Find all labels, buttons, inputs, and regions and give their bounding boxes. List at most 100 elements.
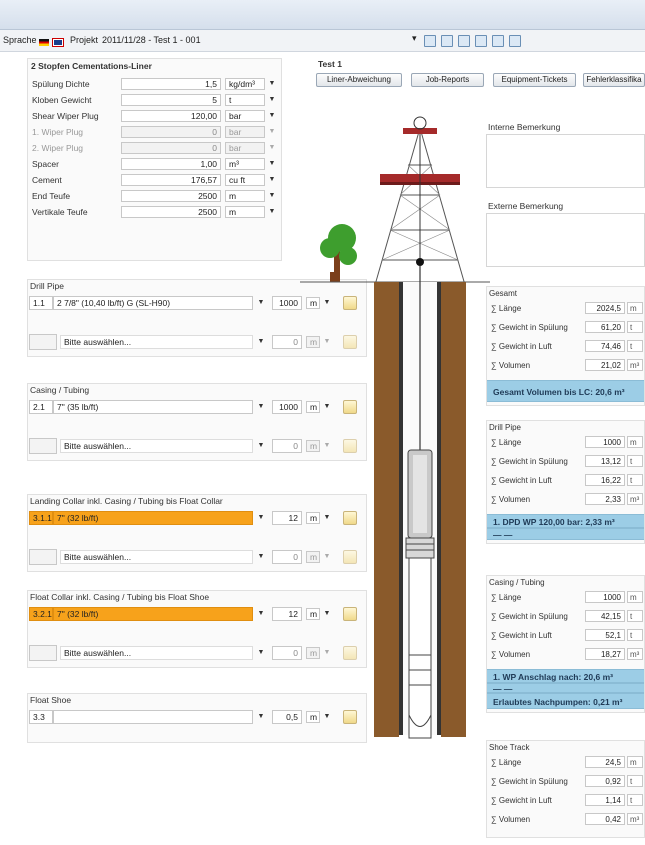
summary-unit: t [627, 629, 643, 641]
project-value[interactable]: 2011/11/28 - Test 1 - 001 [102, 35, 201, 45]
chevron-down-icon[interactable]: ▼ [268, 126, 276, 138]
summary-label: ∑ Gewicht in Luft [491, 796, 552, 805]
param-label: 2. Wiper Plug [32, 143, 84, 153]
fehlerklassifikation-button[interactable]: Fehlerklassifika [583, 73, 645, 87]
param-value-input[interactable]: 176,57 [121, 174, 221, 186]
param-unit-select[interactable]: kg/dm³ [225, 78, 265, 90]
equipment-select[interactable]: 7" (32 lb/ft) [53, 511, 253, 525]
chevron-down-icon[interactable]: ▼ [257, 440, 265, 452]
length-input[interactable]: 0 [272, 439, 302, 453]
chevron-down-icon[interactable]: ▼ [268, 174, 276, 186]
document-icon[interactable] [441, 35, 453, 47]
equipment-select[interactable]: 2 7/8" (10,40 lb/ft) G (SL-H90) [53, 296, 253, 310]
summary-value: 0,92 [585, 775, 625, 787]
summary-value: 24,5 [585, 756, 625, 768]
length-input[interactable]: 0 [272, 550, 302, 564]
param-value-input[interactable]: 1,00 [121, 158, 221, 170]
chevron-down-icon[interactable]: ▼ [268, 110, 276, 122]
summary-highlight: — — [487, 683, 644, 693]
export-icon[interactable] [475, 35, 487, 47]
chevron-down-icon[interactable]: ▼ [268, 78, 276, 90]
toolbar-dropdown-icon[interactable]: ▾ [412, 33, 417, 44]
chevron-down-icon[interactable]: ▼ [268, 158, 276, 170]
chevron-down-icon[interactable]: ▼ [257, 297, 265, 309]
uk-flag-icon[interactable] [52, 37, 64, 48]
param-value-input[interactable]: 0 [121, 142, 221, 154]
summary-label: ∑ Gewicht in Luft [491, 342, 552, 351]
section-id: 3.3 [29, 710, 53, 724]
equipment-select-empty[interactable]: Bitte auswählen... [60, 335, 253, 349]
wellbore-diagram [300, 116, 490, 739]
liner-abweichung-button[interactable]: Liner-Abweichung [316, 73, 402, 87]
language-label: Sprache [3, 35, 37, 45]
equipment-select[interactable]: 7" (35 lb/ft) [53, 400, 253, 414]
param-value-input[interactable]: 5 [121, 94, 221, 106]
param-unit-select[interactable]: cu ft [225, 174, 265, 186]
chevron-down-icon[interactable]: ▼ [268, 94, 276, 106]
length-input[interactable]: 1000 [272, 296, 302, 310]
chevron-down-icon[interactable]: ▼ [257, 512, 265, 524]
summary-title: Casing / Tubing [489, 578, 545, 587]
summary-value: 52,1 [585, 629, 625, 641]
chevron-down-icon[interactable]: ▼ [257, 608, 265, 620]
param-value-input[interactable]: 2500 [121, 190, 221, 202]
german-flag-icon[interactable] [39, 37, 49, 47]
section-title: Float Collar inkl. Casing / Tubing bis F… [30, 592, 210, 602]
externe-bemerkung-label: Externe Bemerkung [488, 201, 564, 211]
summary-label: ∑ Gewicht in Spülung [491, 612, 568, 621]
param-value-input[interactable]: 1,5 [121, 78, 221, 90]
chevron-down-icon[interactable]: ▼ [257, 647, 265, 659]
section-id: 1.1 [29, 296, 53, 310]
param-unit-select[interactable]: m [225, 190, 265, 202]
param-value-input[interactable]: 2500 [121, 206, 221, 218]
chevron-down-icon[interactable]: ▼ [257, 336, 265, 348]
chevron-down-icon[interactable]: ▼ [257, 401, 265, 413]
earth-left [374, 282, 399, 737]
summary-title: Gesamt [489, 289, 518, 298]
chevron-down-icon[interactable]: ▼ [268, 142, 276, 154]
length-input[interactable]: 12 [272, 511, 302, 525]
param-value-input[interactable]: 120,00 [121, 110, 221, 122]
param-unit-select[interactable]: m³ [225, 158, 265, 170]
summary-label: ∑ Länge [491, 758, 522, 767]
camera-icon[interactable] [509, 35, 521, 47]
chevron-down-icon[interactable]: ▼ [268, 190, 276, 202]
interne-bemerkung-field[interactable] [486, 134, 645, 188]
equipment-select-empty[interactable]: Bitte auswählen... [60, 646, 253, 660]
save-icon[interactable] [492, 35, 504, 47]
summary-value: 61,20 [585, 321, 625, 333]
summary-label: ∑ Gewicht in Spülung [491, 323, 568, 332]
length-input[interactable]: 12 [272, 607, 302, 621]
param-unit-select[interactable]: m [225, 206, 265, 218]
job-reports-button[interactable]: Job-Reports [411, 73, 484, 87]
param-label: Shear Wiper Plug [32, 111, 99, 121]
section-id-empty [29, 549, 57, 565]
summary-highlight: 1. DPD WP 120,00 bar: 2,33 m³ [487, 514, 644, 528]
equipment-select[interactable] [53, 710, 253, 724]
equipment-select-empty[interactable]: Bitte auswählen... [60, 550, 253, 564]
summary-label: ∑ Gewicht in Spülung [491, 457, 568, 466]
chevron-down-icon[interactable]: ▼ [268, 206, 276, 218]
report-icon[interactable] [458, 35, 470, 47]
summary-label: ∑ Länge [491, 593, 522, 602]
equipment-select[interactable]: 7" (32 lb/ft) [53, 607, 253, 621]
length-input[interactable]: 1000 [272, 400, 302, 414]
chevron-down-icon[interactable]: ▼ [257, 711, 265, 723]
summary-unit: t [627, 775, 643, 787]
equipment-tickets-button[interactable]: Equipment-Tickets [493, 73, 576, 87]
chevron-down-icon[interactable]: ▼ [257, 551, 265, 563]
param-unit-select[interactable]: bar [225, 126, 265, 138]
externe-bemerkung-field[interactable] [486, 213, 645, 267]
length-input[interactable]: 0 [272, 646, 302, 660]
length-input[interactable]: 0,5 [272, 710, 302, 724]
param-unit-select[interactable]: bar [225, 142, 265, 154]
param-unit-select[interactable]: bar [225, 110, 265, 122]
print-icon[interactable] [424, 35, 436, 47]
param-value-input[interactable]: 0 [121, 126, 221, 138]
param-unit-select[interactable]: t [225, 94, 265, 106]
length-input[interactable]: 0 [272, 335, 302, 349]
equipment-select-empty[interactable]: Bitte auswählen... [60, 439, 253, 453]
param-label: Spülung Dichte [32, 79, 90, 89]
summary-label: ∑ Gewicht in Spülung [491, 777, 568, 786]
summary-unit: t [627, 794, 643, 806]
